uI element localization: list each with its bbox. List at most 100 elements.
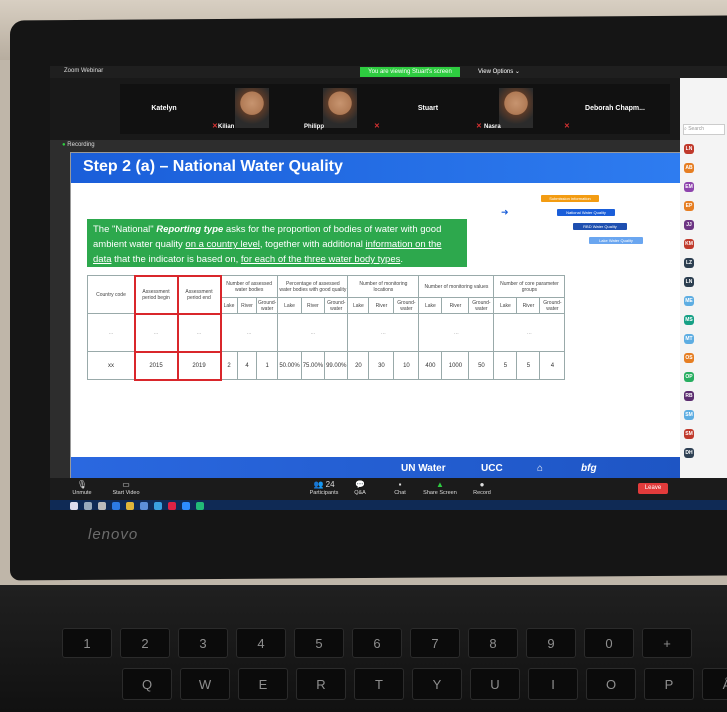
key[interactable]: 5 (294, 628, 344, 658)
zoom-controls: 🎙 Unmute ▭ Start Video 👥 24 Participants 💬 Q… (50, 478, 727, 500)
cell-assessed-river: 4 (237, 351, 257, 380)
folder-icon[interactable] (126, 502, 134, 510)
participant-avatar[interactable]: ME (684, 296, 694, 306)
key[interactable]: U (470, 668, 520, 700)
intro-part: . (400, 254, 404, 265)
chrome-icon[interactable] (154, 502, 162, 510)
description-cell: … (418, 313, 495, 352)
participants-button[interactable]: 👥 24 Participants (304, 480, 344, 496)
record-button[interactable]: ● Record (462, 480, 502, 496)
key[interactable]: E (238, 668, 288, 700)
key[interactable]: 2 (120, 628, 170, 658)
screen-share-banner[interactable]: You are viewing Stuart's screen (360, 67, 460, 77)
shared-slide: Step 2 (a) – National Water Quality Subm… (70, 152, 682, 484)
key[interactable]: 4 (236, 628, 286, 658)
participant-avatar[interactable]: EM (684, 182, 694, 192)
recording-indicator: ● Recording (62, 142, 95, 148)
key[interactable]: O (586, 668, 636, 700)
slide-header: Step 2 (a) – National Water Quality (71, 153, 681, 183)
lenovo-logo: lenovo (88, 526, 139, 543)
zoom-icon[interactable] (182, 502, 190, 510)
key[interactable]: 7 (410, 628, 460, 658)
participant-avatar[interactable]: OS (684, 353, 694, 363)
key[interactable]: I (528, 668, 578, 700)
share-screen-button[interactable]: ▲ Share Screen (420, 480, 460, 496)
participant-avatar[interactable]: EP (684, 201, 694, 211)
participant-avatar[interactable]: RB (684, 391, 694, 401)
key[interactable]: 6 (352, 628, 402, 658)
participant-avatar[interactable]: SM (684, 429, 694, 439)
leave-button[interactable]: Leave (638, 483, 668, 494)
view-options-button[interactable]: View Options ⌄ (478, 68, 520, 75)
participant-avatar[interactable]: OP (684, 372, 694, 382)
header-core: Number of core parameter groups (493, 275, 566, 298)
sub-groundwater: Ground-water (324, 297, 349, 314)
sub-river: River (300, 297, 326, 314)
qa-button[interactable]: 💬 Q&A (340, 480, 380, 496)
key[interactable]: P (644, 668, 694, 700)
search-icon: ⌕ (684, 126, 687, 132)
participant-tile[interactable]: Philipp ✕ (296, 84, 384, 134)
participant-tile[interactable]: ✕ Kilian (208, 84, 296, 134)
participant-name: Stuart (417, 105, 439, 112)
keyboard-keys: 1 2 3 4 5 6 7 8 9 0 + Q W E R T Y U I O P Å (22, 598, 727, 712)
key[interactable]: R (296, 668, 346, 700)
participant-avatar[interactable]: LN (684, 277, 694, 287)
participant-avatar[interactable]: SM (684, 410, 694, 420)
participant-tile[interactable]: Deborah Chapm... ✕ (560, 84, 670, 134)
participant-tile[interactable]: Katelyn (120, 84, 208, 134)
description-cell: … (219, 313, 279, 352)
chat-button[interactable]: ▪ Chat (380, 480, 420, 496)
taskview-icon[interactable] (98, 502, 106, 510)
app-icon[interactable] (168, 502, 176, 510)
cell-locations-lake: 20 (347, 351, 370, 380)
key[interactable]: W (180, 668, 230, 700)
laptop-screen: Zoom Webinar You are viewing Stuart's sc… (50, 66, 727, 510)
edge-icon[interactable] (112, 502, 120, 510)
search-icon[interactable] (84, 502, 92, 510)
header-values: Number of monitoring values (418, 275, 495, 298)
key[interactable]: + (642, 628, 692, 658)
institution-icon: ⌂ (537, 463, 544, 474)
participant-avatar[interactable]: MS (684, 315, 694, 325)
participant-video (235, 88, 269, 128)
participant-tile[interactable]: Stuart (384, 84, 472, 134)
key[interactable]: 0 (584, 628, 634, 658)
arrow-right-icon: ➜ (501, 207, 509, 217)
key[interactable]: Q (122, 668, 172, 700)
participant-avatar[interactable]: JJ (684, 220, 694, 230)
cell-core-river: 5 (516, 351, 541, 380)
key[interactable]: 8 (468, 628, 518, 658)
participant-video (499, 88, 533, 128)
participant-avatar[interactable]: DH (684, 448, 694, 458)
key[interactable]: 9 (526, 628, 576, 658)
participant-tile[interactable]: ✕ Nasra (472, 84, 560, 134)
cell-end: 2019 (176, 350, 222, 381)
participant-avatar[interactable]: LN (684, 144, 694, 154)
start-video-button[interactable]: ▭ Start Video (106, 480, 146, 496)
participant-search-input[interactable]: ⌕ Search (683, 124, 725, 135)
sub-river: River (237, 297, 257, 314)
participant-avatar[interactable]: KM (684, 239, 694, 249)
teams-icon[interactable] (196, 502, 204, 510)
key[interactable]: T (354, 668, 404, 700)
sub-lake: Lake (277, 297, 302, 314)
unmute-button[interactable]: 🎙 Unmute (62, 480, 102, 496)
key[interactable]: Å (702, 668, 727, 700)
key[interactable]: 3 (178, 628, 228, 658)
start-icon[interactable] (70, 502, 78, 510)
intro-link: on a country level (185, 239, 260, 250)
cell-assessed-groundwater: 1 (255, 351, 279, 380)
store-icon[interactable] (140, 502, 148, 510)
description-cell: … (176, 312, 222, 353)
key[interactable]: Y (412, 668, 462, 700)
participant-avatar[interactable]: MT (684, 334, 694, 344)
sub-lake: Lake (418, 297, 443, 314)
participant-avatar[interactable]: LZ (684, 258, 694, 268)
record-dot-icon: ● (62, 142, 66, 148)
chat-label: Chat (394, 490, 406, 496)
participants-panel: ⌕ Search LN AB EM EP JJ KM LZ LN ME MS MT OS OP RB SM S… (680, 78, 727, 478)
key[interactable]: 1 (62, 628, 112, 658)
participant-avatar[interactable]: AB (684, 163, 694, 173)
participant-name: Philipp (304, 124, 324, 130)
